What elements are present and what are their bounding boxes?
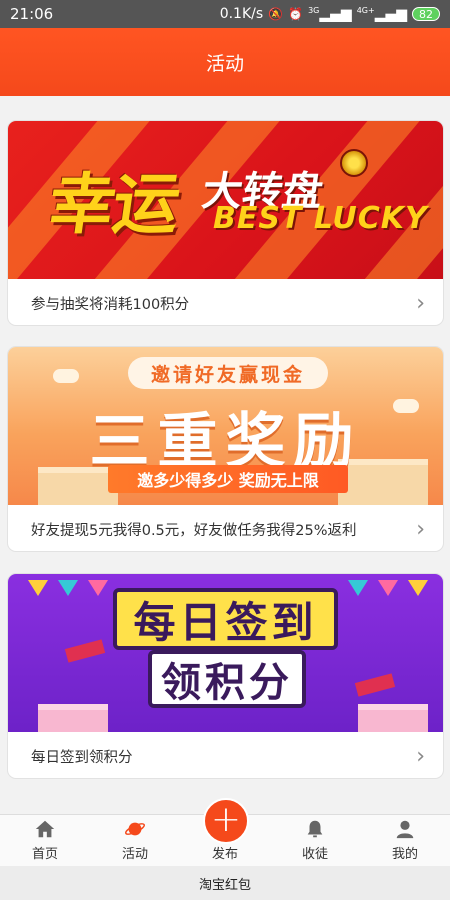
wheel-icon: [340, 149, 368, 177]
caption-text: 每日签到领积分: [31, 749, 133, 766]
alarm-icon: ⏰: [288, 7, 304, 21]
gift-box-icon: [358, 704, 428, 732]
tab-home[interactable]: 首页: [0, 815, 90, 867]
activity-card-checkin[interactable]: 每日签到 领积分 每日签到领积分 ›: [7, 573, 444, 779]
lucky-wheel-banner[interactable]: 幸运 大转盘 BEST LUCKY: [8, 121, 443, 279]
tab-label: 收徒: [301, 847, 328, 862]
app-name-strip: 淘宝红包: [0, 866, 450, 900]
card-caption[interactable]: 好友提现5元我得0.5元，好友做任务我得25%返利 ›: [8, 505, 443, 551]
banner-title-2: 领积分: [148, 650, 306, 708]
bunting-flag: [88, 580, 108, 596]
network-speed: 0.1K/s: [219, 6, 264, 22]
page-title: 活动: [205, 52, 244, 75]
card-caption[interactable]: 参与抽奖将消耗100积分 ›: [8, 279, 443, 325]
gift-box-icon: [38, 704, 108, 732]
home-icon: [35, 820, 55, 838]
user-icon: [396, 820, 414, 839]
coupon-tag-icon: [64, 639, 106, 663]
banner-title: 幸运: [43, 166, 183, 243]
tab-label: 我的: [391, 847, 418, 862]
activity-list[interactable]: 幸运 大转盘 BEST LUCKY 参与抽奖将消耗100积分 › 邀请好友赢现金…: [0, 96, 450, 814]
banner-subtitle: 邀多少得多少 奖励无上限: [108, 465, 348, 493]
chevron-right-icon: ›: [416, 743, 425, 769]
caption-text: 好友提现5元我得0.5元，好友做任务我得25%返利: [31, 522, 357, 539]
bell-icon: [307, 820, 323, 838]
signal-4g-icon: 4G+▂▄▆: [356, 5, 407, 23]
banner-pill: 邀请好友赢现金: [128, 357, 328, 389]
tab-label: 首页: [31, 847, 58, 862]
plus-icon[interactable]: +: [203, 798, 249, 844]
chevron-right-icon: ›: [416, 516, 425, 542]
planet-icon: [125, 822, 145, 836]
activity-card-lucky-wheel[interactable]: 幸运 大转盘 BEST LUCKY 参与抽奖将消耗100积分 ›: [7, 120, 444, 326]
bunting-flag: [408, 580, 428, 596]
card-caption[interactable]: 每日签到领积分 ›: [8, 732, 443, 778]
coupon-tag-icon: [354, 673, 396, 697]
status-time: 21:06: [10, 5, 54, 23]
status-bar: 21:06 0.1K/s 🔕 ⏰ 3G▂▄▆ 4G+▂▄▆ 82: [0, 0, 450, 28]
bunting-flag: [28, 580, 48, 596]
tab-activity[interactable]: 活动: [90, 815, 180, 867]
tab-label: 活动: [121, 847, 148, 862]
tab-recruit[interactable]: 收徒: [270, 815, 360, 867]
activity-card-invite[interactable]: 邀请好友赢现金 三重奖励 邀多少得多少 奖励无上限 好友提现5元我得0.5元，好…: [7, 346, 444, 552]
banner-title: 每日签到: [113, 588, 338, 650]
battery-icon: 82: [412, 7, 440, 21]
bunting-flag: [378, 580, 398, 596]
banner-subtitle: BEST LUCKY: [213, 201, 428, 236]
chevron-right-icon: ›: [416, 290, 425, 316]
bunting-flag: [348, 580, 368, 596]
mute-icon: 🔕: [268, 7, 284, 21]
tab-mine[interactable]: 我的: [360, 815, 450, 867]
caption-text: 参与抽奖将消耗100积分: [31, 296, 190, 313]
bunting-flag: [58, 580, 78, 596]
app-name: 淘宝红包: [198, 877, 251, 893]
cloud-icon: [53, 369, 79, 383]
status-icons: 0.1K/s 🔕 ⏰ 3G▂▄▆ 4G+▂▄▆ 82: [219, 5, 440, 23]
checkin-banner[interactable]: 每日签到 领积分: [8, 574, 443, 732]
tab-label: 发布: [211, 847, 238, 862]
signal-3g-icon: 3G▂▄▆: [308, 5, 352, 23]
page-header: 活动: [0, 28, 450, 96]
invite-banner[interactable]: 邀请好友赢现金 三重奖励 邀多少得多少 奖励无上限: [8, 347, 443, 505]
